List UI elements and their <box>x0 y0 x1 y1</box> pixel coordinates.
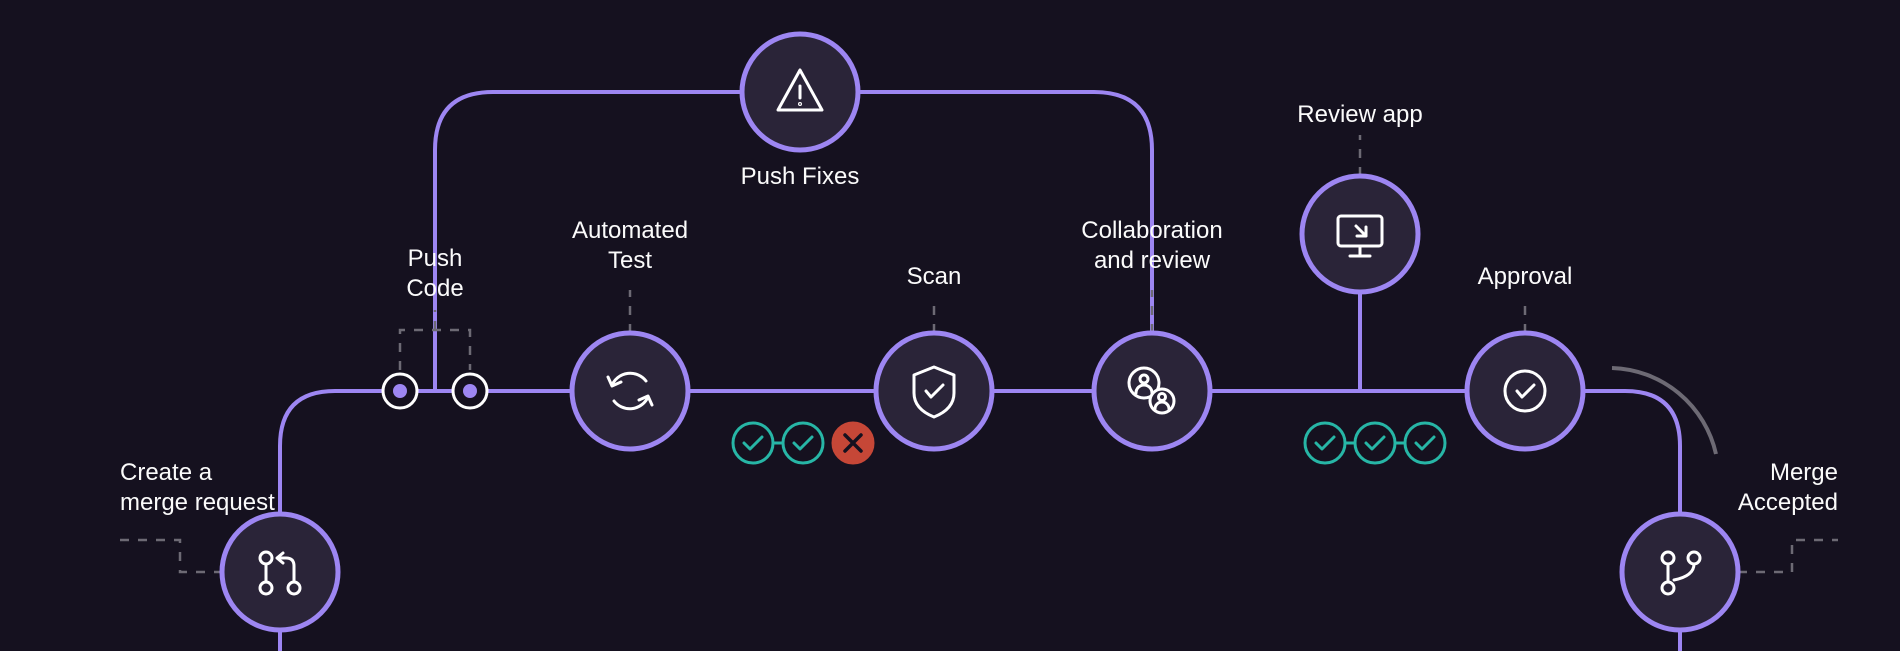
status-group-reviews <box>1305 423 1445 463</box>
node-review-app <box>1302 176 1418 292</box>
status-pass-icon <box>783 423 823 463</box>
node-collaboration <box>1094 333 1210 449</box>
label-create-mr: Create a merge request <box>120 458 275 518</box>
node-approval <box>1467 333 1583 449</box>
status-pass-icon <box>733 423 773 463</box>
label-push-code: Push Code <box>406 244 463 304</box>
node-scan <box>876 333 992 449</box>
node-automated-test <box>572 333 688 449</box>
label-push-fixes: Push Fixes <box>741 162 860 192</box>
label-merge-accepted: Merge Accepted <box>1738 458 1838 518</box>
dash-merge-accepted <box>1738 540 1838 572</box>
status-pass-icon <box>1355 423 1395 463</box>
node-push-fixes <box>742 34 858 150</box>
label-approval: Approval <box>1478 262 1573 292</box>
status-pass-icon <box>1305 423 1345 463</box>
dash-create-mr <box>120 540 222 572</box>
label-review-app: Review app <box>1297 100 1422 130</box>
node-create-merge-request <box>222 514 338 630</box>
commit-dot <box>453 374 487 408</box>
commit-dot <box>383 374 417 408</box>
label-collab: Collaboration and review <box>1081 216 1222 276</box>
status-group-tests <box>733 423 873 463</box>
merge-arc <box>1612 368 1716 454</box>
diagram-canvas <box>0 0 1900 651</box>
status-fail-icon <box>833 423 873 463</box>
status-pass-icon <box>1405 423 1445 463</box>
label-scan: Scan <box>907 262 962 292</box>
label-automated-test: Automated Test <box>572 216 688 276</box>
node-merge-accepted <box>1622 514 1738 630</box>
